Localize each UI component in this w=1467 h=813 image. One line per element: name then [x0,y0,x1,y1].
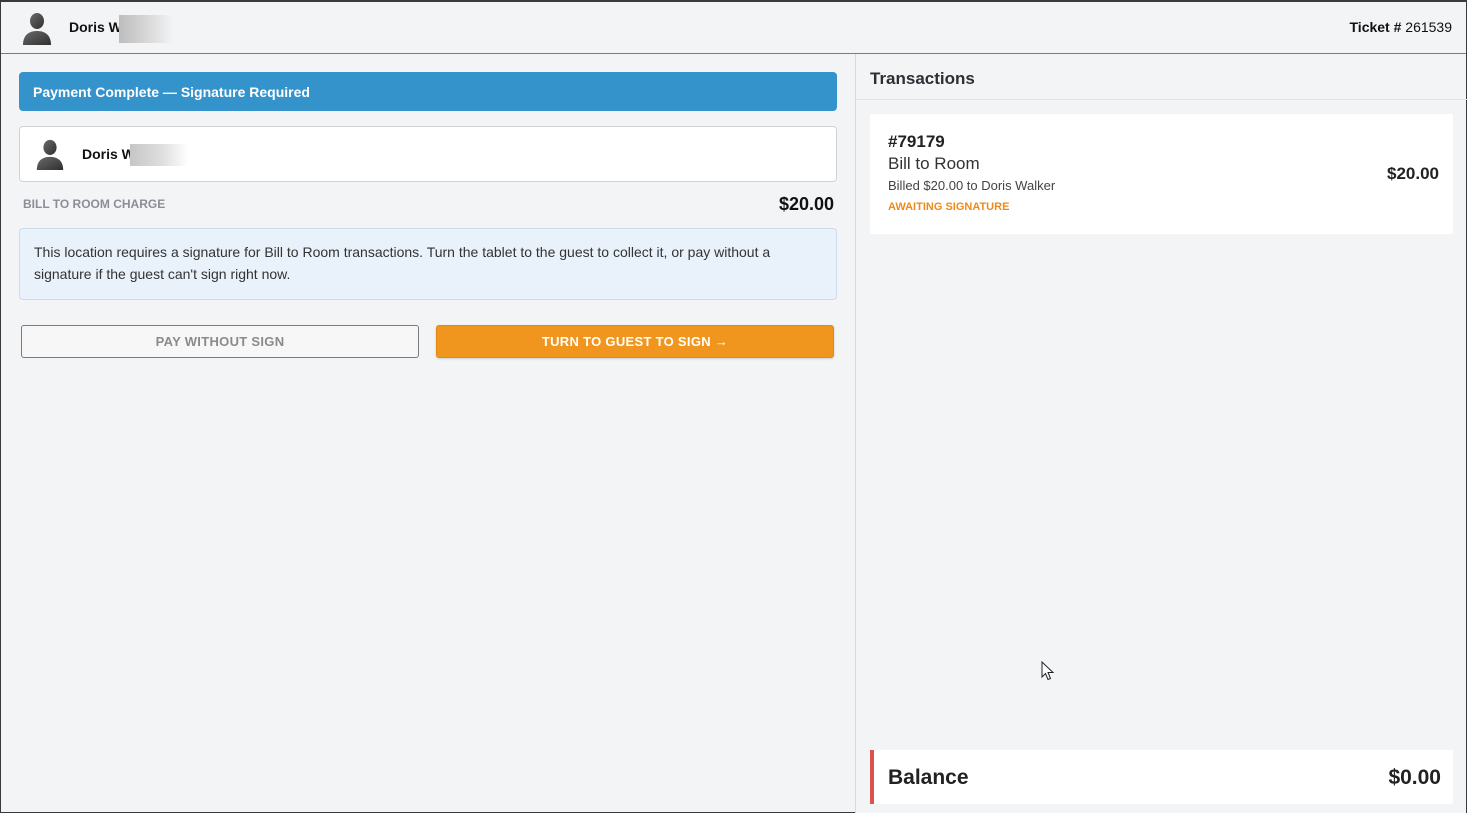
redacted-name-block [119,15,173,43]
charge-label: BILL TO ROOM CHARGE [23,197,166,211]
charge-amount: $20.00 [778,194,834,214]
redacted-name-block [130,144,188,166]
top-bar: Doris W Ticket # 261539 [1,2,1466,54]
mouse-pointer-icon [1041,661,1055,681]
turn-to-guest-button[interactable]: TURN TO GUEST TO SIGN → [436,325,834,358]
transaction-billed-text: Billed $20.00 to Doris Walker [888,178,1056,193]
transactions-header: Transactions [856,54,1467,100]
guest-card: Doris W [19,126,837,182]
balance-row: Balance $0.00 [870,750,1453,804]
transaction-card[interactable]: #79179 Bill to Room Billed $20.00 to Dor… [870,114,1453,234]
signature-info-box: This location requires a signature for B… [19,228,837,300]
balance-label: Balance [888,766,969,789]
ticket-number: Ticket # 261539 [1349,19,1453,35]
transaction-type: Bill to Room [888,154,980,173]
transaction-amount: $20.00 [1387,164,1439,183]
guest-name: Doris W [69,19,122,35]
balance-value: $0.00 [1388,766,1441,789]
payment-panel: Payment Complete — Signature Required Do… [1,54,855,813]
transactions-panel: Transactions #79179 Bill to Room Billed … [855,54,1467,813]
pay-without-sign-button[interactable]: PAY WITHOUT SIGN [21,325,419,358]
guest-card-name: Doris W [82,146,135,162]
transaction-status: AWAITING SIGNATURE [888,201,1010,213]
guest-avatar-icon [20,11,54,45]
guest-avatar-icon [34,137,66,171]
payment-status-banner: Payment Complete — Signature Required [19,72,837,111]
transaction-id: #79179 [888,132,945,151]
transactions-title: Transactions [870,69,975,88]
